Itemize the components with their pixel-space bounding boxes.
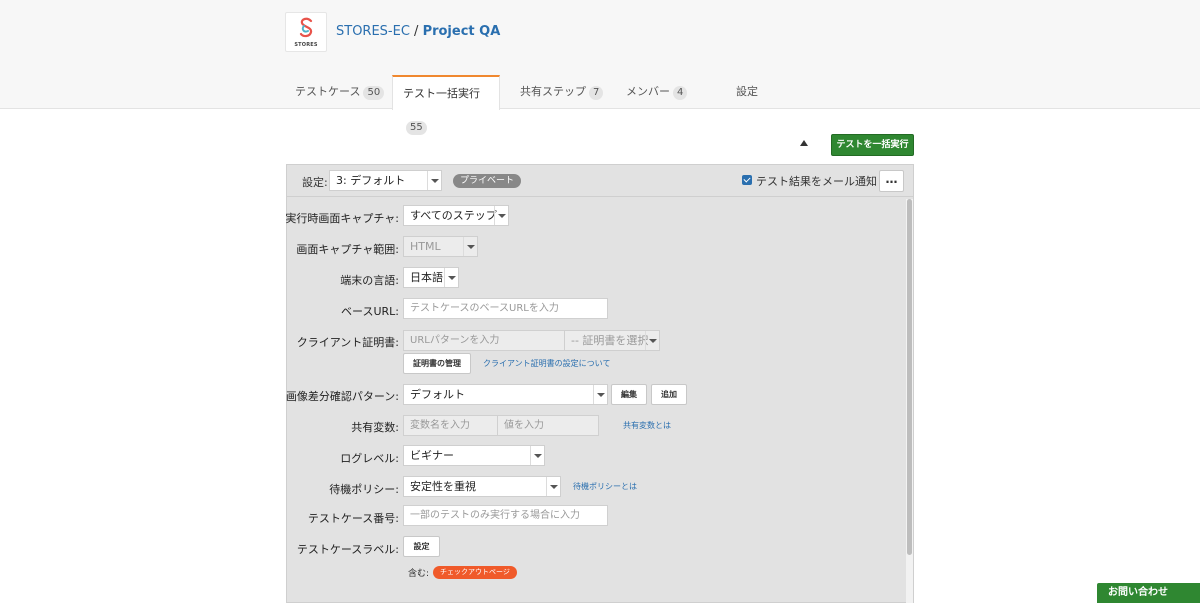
capture-range-select[interactable]: HTML xyxy=(403,236,478,257)
capture-range-value: HTML xyxy=(410,240,441,253)
capture-range-label: 画面キャプチャ範囲: xyxy=(296,243,399,256)
tab-count-badge: 4 xyxy=(673,86,688,100)
language-label: 端末の言語: xyxy=(340,274,399,287)
setting-select-value: 3: デフォルト xyxy=(336,174,406,187)
panel-scrollbar[interactable] xyxy=(906,199,913,603)
log-level-value: ビギナー xyxy=(410,449,454,462)
breadcrumb: STORES-EC / Project QA xyxy=(336,24,500,39)
logo-text: STORES xyxy=(294,42,318,48)
capture-select[interactable]: すべてのステップ xyxy=(403,205,509,226)
test-case-number-label: テストケース番号: xyxy=(307,512,399,525)
chevron-down-icon xyxy=(494,206,508,225)
breadcrumb-org-link[interactable]: STORES-EC xyxy=(336,24,410,39)
image-diff-value: デフォルト xyxy=(410,388,465,401)
cert-url-pattern-input[interactable]: URLパターンを入力 xyxy=(403,330,565,351)
email-notify-label: テスト結果をメール通知 xyxy=(756,175,877,188)
chevron-down-icon xyxy=(593,385,607,404)
tab-shared-steps[interactable]: 共有ステップ 7 xyxy=(511,75,611,109)
tab-label: メンバー xyxy=(626,85,670,98)
chevron-down-icon xyxy=(444,268,458,287)
contact-button[interactable]: お問い合わせ xyxy=(1097,583,1200,603)
shared-vars-help-link[interactable]: 共有変数とは xyxy=(623,420,671,431)
log-level-select[interactable]: ビギナー xyxy=(403,445,545,466)
chevron-down-icon xyxy=(463,237,477,256)
label-tag[interactable]: チェックアウトページ xyxy=(433,566,517,579)
setting-select[interactable]: 3: デフォルト xyxy=(329,170,442,191)
tab-label: テストケース xyxy=(295,85,361,98)
tab-label: 共有ステップ xyxy=(520,85,586,98)
shared-var-value-input[interactable]: 値を入力 xyxy=(497,415,599,436)
wait-policy-help-link[interactable]: 待機ポリシーとは xyxy=(573,481,637,492)
edit-image-diff-button[interactable]: 編集 xyxy=(611,384,647,405)
run-settings-panel: 設定: 3: デフォルト プライベート テスト結果をメール通知 … 実行時画面キ… xyxy=(285,164,914,603)
cert-select[interactable]: -- 証明書を選択 -- xyxy=(564,330,660,366)
chevron-down-icon xyxy=(427,171,441,190)
capture-select-value: すべてのステップ xyxy=(410,209,497,222)
language-value: 日本語 xyxy=(410,271,443,284)
test-case-label-label: テストケースラベル: xyxy=(296,543,399,556)
tab-label: テスト一括実行 xyxy=(403,87,480,100)
wait-policy-value: 安定性を重視 xyxy=(410,480,476,493)
base-url-label: ベースURL: xyxy=(341,305,399,318)
add-image-diff-button[interactable]: 追加 xyxy=(651,384,687,405)
client-cert-help-link[interactable]: クライアント証明書の設定について xyxy=(483,358,610,369)
shared-var-name-input[interactable]: 変数名を入力 xyxy=(403,415,498,436)
scrollbar-thumb[interactable] xyxy=(907,199,912,555)
client-cert-label: クライアント証明書: xyxy=(296,336,399,349)
chevron-down-icon xyxy=(546,477,560,496)
tab-settings[interactable]: 設定 xyxy=(728,75,788,109)
setting-label: 設定: xyxy=(302,176,328,189)
shared-vars-label: 共有変数: xyxy=(351,421,399,434)
wait-policy-label: 待機ポリシー: xyxy=(329,483,399,496)
chevron-down-icon xyxy=(530,446,544,465)
breadcrumb-separator: / xyxy=(409,24,423,39)
tab-test-cases[interactable]: テストケース 50 xyxy=(285,75,385,109)
language-select[interactable]: 日本語 xyxy=(403,267,459,288)
includes-label: 含む: xyxy=(408,569,430,579)
tab-count-badge: 50 xyxy=(363,86,385,100)
breadcrumb-project-link[interactable]: Project QA xyxy=(423,24,501,39)
stores-logo-icon xyxy=(299,17,313,38)
tab-count-badge: 7 xyxy=(589,86,604,100)
project-logo[interactable]: STORES xyxy=(285,12,327,52)
tab-count-badge: 55 xyxy=(406,121,427,135)
private-badge: プライベート xyxy=(453,174,522,188)
more-options-button[interactable]: … xyxy=(879,170,904,192)
email-notify-checkbox[interactable] xyxy=(742,175,752,185)
set-label-button[interactable]: 設定 xyxy=(403,536,440,557)
tab-members[interactable]: メンバー 4 xyxy=(618,75,718,109)
image-diff-select[interactable]: デフォルト xyxy=(403,384,608,405)
collapse-arrow-icon[interactable] xyxy=(800,140,808,146)
wait-policy-select[interactable]: 安定性を重視 xyxy=(403,476,561,497)
tab-label: 設定 xyxy=(736,85,758,98)
run-all-tests-button[interactable]: テストを一括実行 xyxy=(831,134,914,156)
tab-bulk-run[interactable]: テスト一括実行 55 xyxy=(392,75,500,135)
test-case-number-input[interactable]: 一部のテストのみ実行する場合に入力 xyxy=(403,505,608,526)
chevron-down-icon xyxy=(645,331,659,350)
manage-certs-button[interactable]: 証明書の管理 xyxy=(403,353,471,374)
image-diff-label: 画像差分確認パターン: xyxy=(285,390,399,403)
top-bar: STORES STORES-EC / Project QA テストケース 50 テ… xyxy=(0,0,1200,135)
settings-header: 設定: 3: デフォルト プライベート テスト結果をメール通知 … xyxy=(287,165,913,197)
base-url-input[interactable]: テストケースのベースURLを入力 xyxy=(403,298,608,319)
log-level-label: ログレベル: xyxy=(340,452,399,465)
capture-label: 実行時画面キャプチャ: xyxy=(285,212,399,225)
